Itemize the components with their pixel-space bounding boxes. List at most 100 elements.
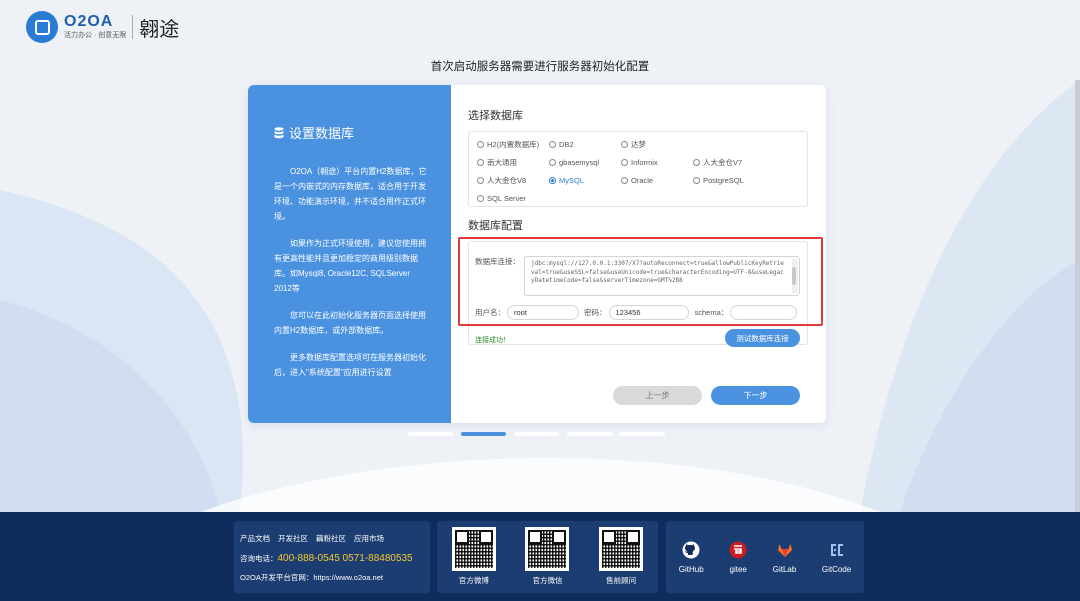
db-option-label: 达梦 <box>631 139 646 149</box>
qr-label-sales: 售前顾问 <box>606 576 637 585</box>
conn-label: 数据库连接： <box>475 257 520 266</box>
gitcode-icon <box>830 544 843 556</box>
radio-icon <box>549 158 556 166</box>
db-option[interactable]: gbasemysql <box>549 154 621 170</box>
info-paragraph: 您可以在此初始化服务器页面选择使用内置H2数据库，或外部数据库。 <box>274 311 426 335</box>
db-option-label: MySQL <box>559 175 585 185</box>
radio-icon <box>693 176 700 184</box>
info-panel-title: 设置数据库 <box>274 123 427 142</box>
db-config-title: 数据库配置 <box>468 220 523 232</box>
info-panel: 设置数据库 O2OA（翱途）平台内置H2数据库，它是一个内嵌式的内存数据库，适合… <box>248 85 451 423</box>
db-option-label: PostgreSQL <box>703 175 744 185</box>
phone-label: 咨询电话： <box>240 554 278 563</box>
sales-qr-code <box>599 527 644 571</box>
qr-label-weibo: 官方微博 <box>458 576 489 585</box>
next-step-button[interactable]: 下一步 <box>711 386 800 405</box>
footer-links-box: 产品文档 开发社区 藕粉社区 应用市场 咨询电话： 400-888-0545 0… <box>234 521 430 593</box>
github-link[interactable]: GitHub <box>679 541 704 593</box>
db-option-label: gbasemysql <box>559 157 600 167</box>
qr-label-wechat: 官方微信 <box>532 576 563 585</box>
footer-link-app-market[interactable]: 应用市场 <box>354 533 384 544</box>
footer-link-fans-community[interactable]: 藕粉社区 <box>316 533 346 544</box>
username-input[interactable]: root <box>507 305 579 320</box>
gitee-icon <box>729 541 747 559</box>
db-options-group: H2(内置数据库) DB2 达梦南大通用 gbasemysql Informix 人大金仓… <box>468 131 808 207</box>
radio-icon <box>477 158 484 166</box>
footer-social-box: GitHub gitee GitLab GitCode <box>666 521 864 593</box>
db-option-label: 人大金仓V8 <box>487 175 527 185</box>
db-option-empty <box>693 136 783 152</box>
connection-url-value: jdbc:mysql://127.0.0.1:3307/X7?autoRecon… <box>531 260 784 284</box>
info-title-text: 设置数据库 <box>289 126 355 141</box>
page-title: 首次启动服务器需要进行服务器初始化配置 <box>430 61 650 73</box>
info-paragraph: 更多数据库配置选项可在服务器初始化后，进入"系统配置"应用进行设置 <box>274 353 426 377</box>
password-value: 123456 <box>615 308 641 317</box>
db-option-label: SQL Server <box>487 193 526 203</box>
gitlab-icon <box>777 544 792 557</box>
step-dot <box>408 432 453 436</box>
footer-link-docs[interactable]: 产品文档 <box>240 533 270 544</box>
db-option[interactable]: PostgreSQL <box>693 172 783 188</box>
radio-icon <box>621 140 628 148</box>
textarea-scrollbar[interactable] <box>792 259 798 293</box>
radio-icon <box>477 194 484 202</box>
schema-label: schema： <box>694 308 729 317</box>
prev-step-button[interactable]: 上一步 <box>613 386 702 405</box>
db-option[interactable]: SQL Server <box>477 190 549 206</box>
username-value: root <box>514 308 527 317</box>
radio-icon <box>477 140 484 148</box>
db-option[interactable]: 达梦 <box>621 136 693 152</box>
radio-icon <box>549 176 556 184</box>
step-dot <box>514 432 559 436</box>
phone-numbers: 400-888-0545 0571-88480535 <box>277 553 413 564</box>
db-config-box: 数据库连接： jdbc:mysql://127.0.0.1:3307/X7?au… <box>458 237 823 347</box>
connection-url-textarea[interactable]: jdbc:mysql://127.0.0.1:3307/X7?autoRecon… <box>524 256 800 296</box>
db-option[interactable]: Informix <box>621 154 693 170</box>
logo-name: O2OA <box>64 13 114 30</box>
step-dot <box>461 432 506 436</box>
db-option[interactable]: 人大金仓V7 <box>693 154 783 170</box>
step-indicator <box>408 432 673 436</box>
db-option[interactable]: MySQL <box>549 172 621 188</box>
info-paragraph: O2OA（翱途）平台内置H2数据库，它是一个内嵌式的内存数据库，适合用于开发环境… <box>274 167 427 221</box>
info-paragraph: 如果作为正式环境使用，建议您使用拥有更高性能并且更加稳定的商用级别数据库。如My… <box>274 239 426 293</box>
setup-card: 设置数据库 O2OA（翱途）平台内置H2数据库，它是一个内嵌式的内存数据库，适合… <box>248 85 826 423</box>
radio-icon <box>477 176 484 184</box>
db-option-label: 人大金仓V7 <box>703 157 743 167</box>
wechat-qr-code <box>525 527 570 571</box>
radio-icon <box>549 140 556 148</box>
o2oa-logo-icon <box>26 11 58 43</box>
db-option[interactable]: 人大金仓V8 <box>477 172 549 188</box>
radio-icon <box>693 158 700 166</box>
radio-icon <box>621 176 628 184</box>
db-option[interactable]: DB2 <box>549 136 621 152</box>
db-option-label: 南大通用 <box>487 157 517 167</box>
test-connection-button[interactable]: 测试数据库连接 <box>725 329 800 347</box>
db-option-label: Oracle <box>631 175 654 185</box>
radio-icon <box>621 158 628 166</box>
gitee-link[interactable]: gitee <box>729 541 747 593</box>
logo-brand: 翱途 <box>139 16 180 41</box>
db-option-label: H2(内置数据库) <box>487 139 540 149</box>
db-option[interactable]: Oracle <box>621 172 693 188</box>
gitcode-link[interactable]: GitCode <box>822 541 851 593</box>
schema-input[interactable] <box>730 305 798 320</box>
footer-link-dev-community[interactable]: 开发社区 <box>278 533 308 544</box>
social-label-gitlab: GitLab <box>772 565 797 574</box>
username-label: 用户名： <box>475 308 505 317</box>
db-select-title: 选择数据库 <box>468 110 523 122</box>
footer-qr-box: 官方微博 官方微信 售前顾问 <box>437 521 658 593</box>
password-input[interactable]: 123456 <box>608 305 689 320</box>
weibo-qr-code <box>451 527 496 571</box>
db-option[interactable]: 南大通用 <box>477 154 549 170</box>
official-site[interactable]: O2OA开发平台官网：https://www.o2oa.net <box>240 572 430 583</box>
step-dot <box>620 432 665 436</box>
password-label: 密码： <box>584 308 607 317</box>
social-label-gitee: gitee <box>729 565 747 574</box>
db-option-label: DB2 <box>559 139 574 149</box>
footer: 产品文档 开发社区 藕粉社区 应用市场 咨询电话： 400-888-0545 0… <box>0 512 1080 601</box>
social-label-gitcode: GitCode <box>821 565 852 574</box>
database-icon <box>274 126 284 138</box>
db-option[interactable]: H2(内置数据库) <box>477 136 549 152</box>
gitlab-link[interactable]: GitLab <box>772 541 797 593</box>
